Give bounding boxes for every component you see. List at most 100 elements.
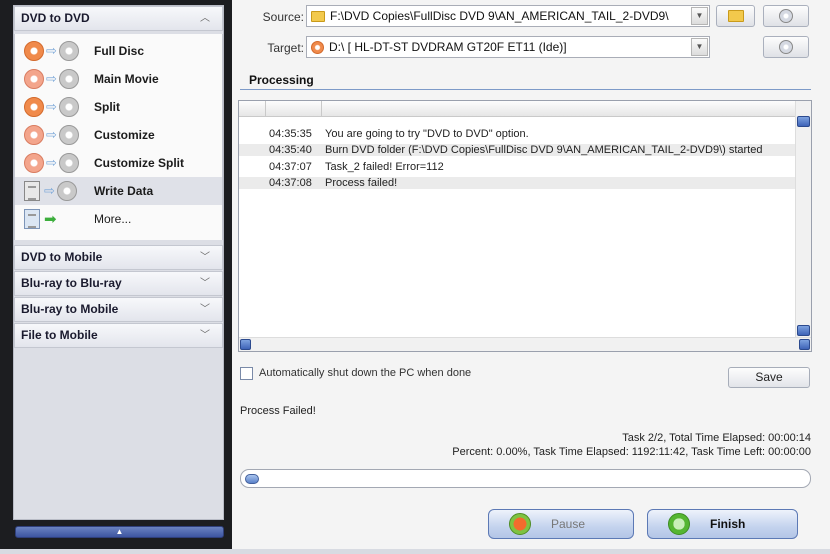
disc-icon xyxy=(58,97,79,117)
section-label: File to Mobile xyxy=(21,328,98,342)
log-row: 04:37:07 Task_2 failed! Error=112 xyxy=(239,161,795,173)
dvd-to-dvd-items: ⇨ Full Disc ⇨ Main Movie ⇨ Split ⇨ Custo… xyxy=(14,34,223,240)
sidebar-item-write-data[interactable]: ⇨ Write Data xyxy=(15,177,222,205)
column-header[interactable] xyxy=(266,101,322,117)
arrow-right-icon: ⇨ xyxy=(46,155,57,170)
section-label: DVD to DVD xyxy=(21,11,90,25)
sidebar-item-label: Customize xyxy=(94,128,155,142)
disc-icon xyxy=(779,9,793,23)
progress-fill xyxy=(245,474,259,484)
horizontal-scrollbar[interactable] xyxy=(239,337,811,351)
section-bluray-to-mobile[interactable]: Blu-ray to Mobile ﹀ xyxy=(14,297,223,322)
scroll-right-icon[interactable] xyxy=(799,339,810,350)
task-timing: Percent: 0.00%, Task Time Elapsed: 1192:… xyxy=(452,446,811,458)
sidebar-item-label: Main Movie xyxy=(94,72,159,86)
chevron-down-icon: ﹀ xyxy=(200,278,210,289)
sidebar-item-customize[interactable]: ⇨ Customize xyxy=(15,121,222,149)
target-path: D:\ [ HL-DT-ST DVDRAM GT20F ET11 (Ide)] xyxy=(329,40,567,54)
source-combo[interactable]: F:\DVD Copies\FullDisc DVD 9\AN_AMERICAN… xyxy=(306,5,710,27)
section-label: DVD to Mobile xyxy=(21,250,103,264)
sidebar-item-split[interactable]: ⇨ Split xyxy=(15,93,222,121)
chevron-down-icon: ﹀ xyxy=(200,252,210,263)
finish-label: Finish xyxy=(710,517,746,531)
disc-icon xyxy=(24,41,44,61)
log-time: 04:37:07 xyxy=(269,161,312,173)
auto-shutdown-checkbox[interactable] xyxy=(240,367,253,380)
target-disc-info-button[interactable] xyxy=(763,36,809,58)
arrow-right-icon: ⇨ xyxy=(46,99,57,114)
log-row: 04:35:35 You are going to try "DVD to DV… xyxy=(239,128,795,140)
disc-icon xyxy=(58,41,79,61)
disc-icon xyxy=(58,153,79,173)
source-disc-info-button[interactable] xyxy=(763,5,809,27)
chevron-up-icon: ▲ xyxy=(115,527,124,536)
log-row: 04:35:40 Burn DVD folder (F:\DVD Copies\… xyxy=(239,144,795,156)
target-combo[interactable]: D:\ [ HL-DT-ST DVDRAM GT20F ET11 (Ide)] … xyxy=(306,36,710,58)
log-message: You are going to try "DVD to DVD" option… xyxy=(325,128,529,140)
sidebar-item-more[interactable]: ➡ More... xyxy=(15,205,222,233)
column-header[interactable] xyxy=(239,101,266,117)
auto-shutdown-label: Automatically shut down the PC when done xyxy=(259,367,472,379)
browse-folder-button[interactable] xyxy=(716,5,755,27)
status-message: Process Failed! xyxy=(240,405,316,417)
chevron-down-icon[interactable]: ▼ xyxy=(691,38,708,56)
scroll-down-icon[interactable] xyxy=(797,325,810,336)
section-label: Blu-ray to Mobile xyxy=(21,302,119,316)
divider xyxy=(240,89,811,90)
section-dvd-to-mobile[interactable]: DVD to Mobile ﹀ xyxy=(14,245,223,270)
log-header xyxy=(239,101,795,117)
disc-icon xyxy=(58,69,79,89)
document-icon xyxy=(24,181,40,201)
log-message: Process failed! xyxy=(325,177,398,189)
source-label: Source: xyxy=(262,10,304,24)
sidebar-item-customize-split[interactable]: ⇨ Customize Split xyxy=(15,149,222,177)
sidebar-collapse-bar[interactable]: ▲ xyxy=(15,526,224,538)
folder-icon xyxy=(311,10,325,22)
disc-icon xyxy=(58,125,79,145)
disc-icon xyxy=(24,125,44,145)
task-sidebar: DVD to DVD ︿ ⇨ Full Disc ⇨ Main Movie ⇨ xyxy=(13,5,224,520)
log-time: 04:35:35 xyxy=(269,128,312,140)
pause-icon xyxy=(509,513,531,535)
pause-label: Pause xyxy=(551,517,586,531)
scroll-left-icon[interactable] xyxy=(240,339,251,350)
section-file-to-mobile[interactable]: File to Mobile ﹀ xyxy=(14,323,223,348)
disc-icon xyxy=(56,181,77,201)
chevron-down-icon[interactable]: ▼ xyxy=(691,7,708,25)
disc-icon xyxy=(24,153,44,173)
section-dvd-to-dvd[interactable]: DVD to DVD ︿ xyxy=(14,6,223,31)
pause-button[interactable]: Pause xyxy=(488,509,634,539)
disc-icon xyxy=(779,40,793,54)
section-bluray-to-bluray[interactable]: Blu-ray to Blu-ray ﹀ xyxy=(14,271,223,296)
save-button[interactable]: Save xyxy=(728,367,810,388)
scroll-up-icon[interactable] xyxy=(797,116,810,127)
vertical-scrollbar[interactable] xyxy=(795,101,811,338)
arrow-right-icon: ⇨ xyxy=(44,183,55,198)
target-label: Target: xyxy=(267,41,304,55)
sidebar-item-label: Split xyxy=(94,100,120,114)
list-icon xyxy=(24,209,40,229)
section-label: Blu-ray to Blu-ray xyxy=(21,276,122,290)
disc-icon xyxy=(24,69,44,89)
main-panel: Source: F:\DVD Copies\FullDisc DVD 9\AN_… xyxy=(232,0,830,554)
log-time: 04:37:08 xyxy=(269,177,312,189)
arrow-right-icon: ⇨ xyxy=(46,43,57,58)
sidebar-item-full-disc[interactable]: ⇨ Full Disc xyxy=(15,37,222,65)
chevron-down-icon: ﹀ xyxy=(200,330,210,341)
source-path: F:\DVD Copies\FullDisc DVD 9\AN_AMERICAN… xyxy=(330,9,669,23)
processing-title: Processing xyxy=(249,73,314,87)
sidebar-item-main-movie[interactable]: ⇨ Main Movie xyxy=(15,65,222,93)
log-message: Burn DVD folder (F:\DVD Copies\FullDisc … xyxy=(325,144,763,156)
finish-button[interactable]: Finish xyxy=(647,509,798,539)
processing-log[interactable]: 04:35:35 You are going to try "DVD to DV… xyxy=(238,100,812,352)
folder-icon xyxy=(727,10,744,22)
arrow-right-icon: ➡ xyxy=(44,211,57,228)
disc-icon xyxy=(311,40,324,54)
log-row: 04:37:08 Process failed! xyxy=(239,177,795,189)
check-icon xyxy=(668,513,690,535)
progress-bar xyxy=(240,469,811,488)
log-message: Task_2 failed! Error=112 xyxy=(325,161,444,173)
sidebar-item-label: Full Disc xyxy=(94,44,145,58)
task-summary: Task 2/2, Total Time Elapsed: 00:00:14 xyxy=(622,432,811,444)
sidebar-item-label: Customize Split xyxy=(94,156,185,170)
